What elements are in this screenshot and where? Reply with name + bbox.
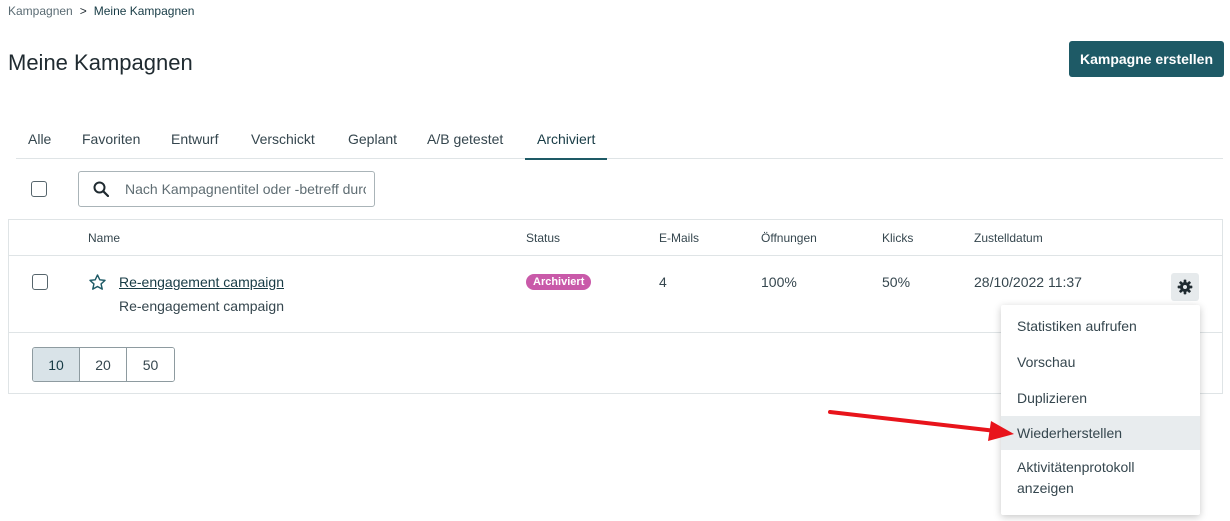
menu-item-preview[interactable]: Vorschau (1001, 344, 1200, 380)
tab-archiviert[interactable]: Archiviert (524, 122, 608, 160)
menu-item-statistics[interactable]: Statistiken aufrufen (1001, 308, 1200, 344)
table-header: Name Status E-Mails Öffnungen Klicks Zus… (9, 220, 1222, 256)
column-header-opens[interactable]: Öffnungen (761, 231, 817, 245)
tab-favoriten[interactable]: Favoriten (82, 122, 140, 159)
menu-item-activity-log[interactable]: Aktivitätenprotokoll anzeigen (1001, 452, 1200, 504)
campaign-subject: Re-engagement campaign (119, 298, 284, 314)
breadcrumb-separator: > (79, 4, 87, 18)
column-header-name[interactable]: Name (88, 231, 120, 245)
menu-item-restore[interactable]: Wiederherstellen (1001, 416, 1200, 450)
gear-icon (1177, 279, 1193, 295)
row-checkbox[interactable] (32, 274, 48, 290)
tab-geplant[interactable]: Geplant (348, 122, 397, 159)
search-icon (93, 181, 109, 197)
column-header-status[interactable]: Status (526, 231, 560, 245)
campaign-title-link[interactable]: Re-engagement campaign (119, 274, 284, 290)
select-all-checkbox[interactable] (31, 181, 47, 197)
actions-gear-button[interactable] (1171, 273, 1199, 301)
star-outline-icon[interactable] (88, 273, 107, 292)
breadcrumb-current: Meine Kampagnen (93, 4, 195, 18)
breadcrumb: Kampagnen > Meine Kampagnen (8, 4, 194, 18)
page-title: Meine Kampagnen (8, 50, 193, 75)
page-size-20-button[interactable]: 20 (80, 348, 127, 381)
menu-item-duplicate[interactable]: Duplizieren (1001, 380, 1200, 416)
search-box (78, 171, 375, 207)
delivery-date-value: 28/10/2022 11:37 (974, 274, 1082, 290)
tab-ab-getestet[interactable]: A/B getestet (427, 122, 503, 159)
emails-value: 4 (659, 274, 667, 290)
clicks-value: 50% (882, 274, 911, 290)
tab-entwurf[interactable]: Entwurf (171, 122, 218, 159)
filter-tabs: Alle Favoriten Entwurf Verschickt Geplan… (16, 122, 1223, 160)
page-size-50-button[interactable]: 50 (127, 348, 174, 381)
page-size-10-button[interactable]: 10 (33, 348, 80, 381)
breadcrumb-parent-link[interactable]: Kampagnen (8, 4, 73, 18)
tab-verschickt[interactable]: Verschickt (251, 122, 315, 159)
actions-dropdown-menu: Statistiken aufrufen Vorschau Dupliziere… (1001, 305, 1200, 515)
column-header-clicks[interactable]: Klicks (882, 231, 913, 245)
opens-value: 100% (761, 274, 797, 290)
status-badge: Archiviert (526, 274, 592, 290)
tab-alle[interactable]: Alle (28, 122, 51, 159)
column-header-emails[interactable]: E-Mails (659, 231, 699, 245)
red-arrow-icon (828, 410, 1014, 441)
search-input[interactable] (123, 173, 368, 205)
create-campaign-button[interactable]: Kampagne erstellen (1069, 41, 1224, 77)
column-header-delivery-date[interactable]: Zustelldatum (974, 231, 1043, 245)
page-size-selector: 10 20 50 (32, 347, 175, 382)
